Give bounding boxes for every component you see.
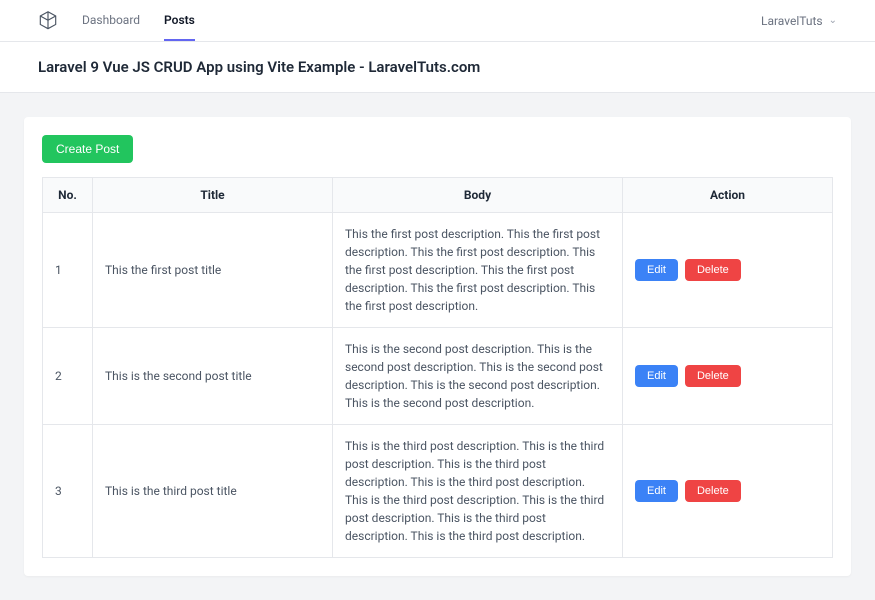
cell-body: This is the third post description. This… (333, 425, 623, 558)
header-body: Body (333, 178, 623, 213)
table-row: 2 This is the second post title This is … (43, 328, 833, 425)
nav-links: Dashboard Posts (82, 13, 195, 28)
page-header: Laravel 9 Vue JS CRUD App using Vite Exa… (0, 42, 875, 93)
table-row: 1 This the first post title This the fir… (43, 213, 833, 328)
chevron-down-icon: ⌄ (829, 15, 837, 26)
main-container: Create Post No. Title Body Action 1 This… (0, 93, 875, 600)
cell-action: Edit Delete (623, 328, 833, 425)
cell-no: 1 (43, 213, 93, 328)
edit-button[interactable]: Edit (635, 480, 678, 502)
header-title: Title (93, 178, 333, 213)
laravel-logo-icon (38, 11, 58, 31)
table-row: 3 This is the third post title This is t… (43, 425, 833, 558)
cell-title: This the first post title (93, 213, 333, 328)
cell-title: This is the second post title (93, 328, 333, 425)
edit-button[interactable]: Edit (635, 365, 678, 387)
user-label: LaravelTuts (761, 14, 823, 28)
table-header-row: No. Title Body Action (43, 178, 833, 213)
cell-title: This is the third post title (93, 425, 333, 558)
cell-action: Edit Delete (623, 213, 833, 328)
cell-body: This the first post description. This th… (333, 213, 623, 328)
posts-table: No. Title Body Action 1 This the first p… (42, 177, 833, 558)
nav-left: Dashboard Posts (38, 11, 195, 31)
delete-button[interactable]: Delete (685, 480, 741, 502)
page-title: Laravel 9 Vue JS CRUD App using Vite Exa… (38, 58, 837, 76)
posts-card: Create Post No. Title Body Action 1 This… (24, 117, 851, 576)
table-body: 1 This the first post title This the fir… (43, 213, 833, 558)
top-navigation: Dashboard Posts LaravelTuts ⌄ (0, 0, 875, 42)
edit-button[interactable]: Edit (635, 259, 678, 281)
header-action: Action (623, 178, 833, 213)
delete-button[interactable]: Delete (685, 365, 741, 387)
cell-no: 3 (43, 425, 93, 558)
delete-button[interactable]: Delete (685, 259, 741, 281)
cell-no: 2 (43, 328, 93, 425)
nav-link-posts[interactable]: Posts (164, 13, 195, 41)
user-menu[interactable]: LaravelTuts ⌄ (761, 14, 837, 28)
cell-action: Edit Delete (623, 425, 833, 558)
nav-link-dashboard[interactable]: Dashboard (82, 13, 140, 41)
header-no: No. (43, 178, 93, 213)
app-logo[interactable] (38, 11, 58, 31)
create-post-button[interactable]: Create Post (42, 135, 133, 163)
cell-body: This is the second post description. Thi… (333, 328, 623, 425)
